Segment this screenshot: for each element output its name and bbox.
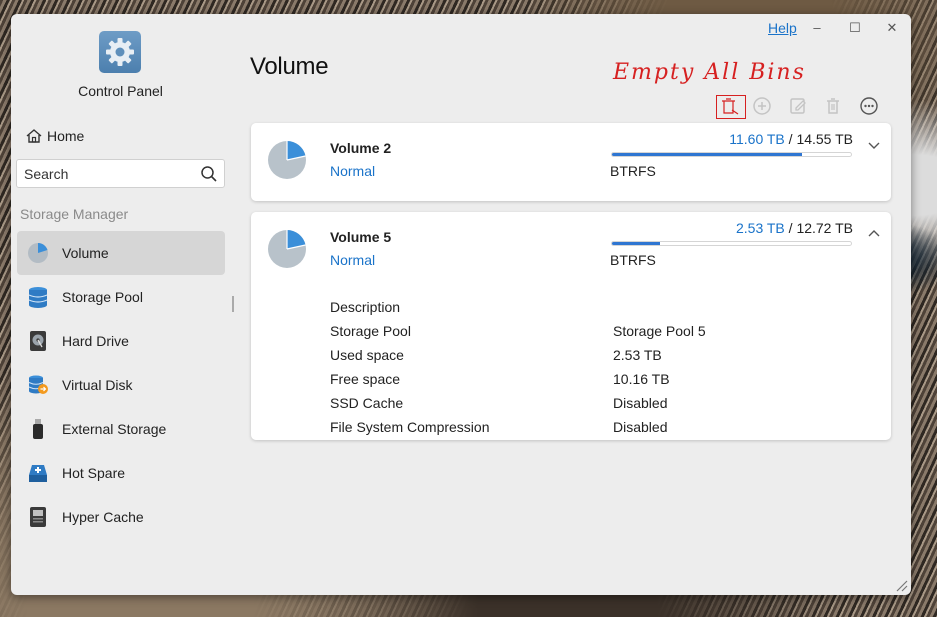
- sidebar-item-label: Hard Drive: [62, 333, 129, 349]
- total-capacity: 12.72 TB: [796, 220, 853, 236]
- detail-value: 2.53 TB: [613, 347, 662, 363]
- volume-name: Volume 5: [330, 229, 392, 245]
- delete-trash-icon[interactable]: [823, 96, 843, 116]
- detail-row: Used space 2.53 TB: [330, 343, 870, 367]
- volume-status: Normal: [330, 252, 376, 268]
- maximize-button[interactable]: ☐: [845, 19, 865, 37]
- detail-row: Storage Pool Storage Pool 5: [330, 319, 870, 343]
- sidebar-item-external-storage[interactable]: External Storage: [17, 407, 225, 451]
- search-input[interactable]: [24, 165, 194, 183]
- help-link[interactable]: Help: [768, 20, 797, 36]
- home-link[interactable]: Home: [25, 127, 84, 145]
- detail-label: SSD Cache: [330, 395, 404, 411]
- volume-card[interactable]: Volume 2 Normal BTRFS 11.60 TB / 14.55 T…: [251, 123, 891, 201]
- sidebar-item-label: Hot Spare: [62, 465, 126, 481]
- usage-bar: [611, 241, 852, 246]
- sidebar-item-hot-spare[interactable]: Hot Spare: [17, 451, 225, 495]
- home-label: Home: [47, 128, 85, 144]
- minimize-button[interactable]: –: [807, 19, 827, 37]
- close-button[interactable]: ✕: [882, 19, 902, 37]
- volume-usage: 11.60 TB / 14.55 TB: [729, 131, 853, 147]
- detail-value: 10.16 TB: [613, 371, 670, 387]
- search-icon[interactable]: [200, 165, 218, 183]
- app-title: Control Panel: [78, 83, 163, 99]
- window-resize-grip[interactable]: [894, 578, 908, 592]
- detail-label: File System Compression: [330, 419, 490, 435]
- page-title: Volume: [250, 53, 329, 80]
- sidebar-item-hard-drive[interactable]: Hard Drive: [17, 319, 225, 363]
- volume-pie-icon: [268, 141, 306, 179]
- sidebar-item-label: External Storage: [62, 421, 167, 437]
- storage-manager-section-label: Storage Manager: [20, 206, 129, 222]
- detail-value: Disabled: [613, 419, 668, 435]
- usage-bar-fill: [612, 242, 660, 245]
- volume-pie-icon: [268, 230, 306, 268]
- detail-value: Storage Pool 5: [613, 323, 706, 339]
- virtual-disk-icon: [27, 374, 49, 396]
- sidebar-item-hyper-cache[interactable]: Hyper Cache: [17, 495, 225, 539]
- volume-card[interactable]: Volume 5 Normal BTRFS 2.53 TB / 12.72 TB…: [251, 212, 891, 440]
- detail-row: File System Compression Disabled: [330, 415, 870, 439]
- hyper-cache-icon: [27, 506, 49, 528]
- handwritten-annotation: Empty All Bins: [613, 60, 806, 85]
- volume-pie-icon: [27, 242, 49, 264]
- detail-label: Storage Pool: [330, 323, 411, 339]
- volume-status: Normal: [330, 163, 376, 179]
- sidebar-item-virtual-disk[interactable]: Virtual Disk: [17, 363, 225, 407]
- detail-label: Free space: [330, 371, 401, 387]
- add-circle-icon[interactable]: [752, 96, 772, 116]
- sidebar-item-label: Hyper Cache: [62, 509, 144, 525]
- volume-name: Volume 2: [330, 140, 392, 156]
- volume-details: Description Storage Pool Storage Pool 5 …: [330, 295, 870, 439]
- volume-usage: 2.53 TB / 12.72 TB: [736, 220, 853, 236]
- sidebar-resize-handle[interactable]: [232, 296, 234, 312]
- chevron-up-icon[interactable]: [867, 227, 881, 241]
- detail-value: Disabled: [613, 395, 668, 411]
- detail-row: Free space 10.16 TB: [330, 367, 870, 391]
- used-capacity: 11.60 TB: [729, 131, 785, 147]
- edit-icon[interactable]: [788, 96, 808, 116]
- usage-separator: /: [788, 131, 793, 147]
- usage-separator: /: [788, 220, 793, 236]
- sidebar-item-label: Virtual Disk: [62, 377, 133, 393]
- more-options-icon[interactable]: [859, 96, 879, 116]
- detail-label: Used space: [330, 347, 404, 363]
- hot-spare-icon: [27, 462, 49, 484]
- storage-pool-icon: [27, 286, 49, 308]
- chevron-down-icon[interactable]: [867, 138, 881, 152]
- detail-label: Description: [330, 299, 401, 315]
- detail-row: Description: [330, 295, 870, 319]
- hard-drive-icon: [27, 330, 49, 352]
- sidebar-item-label: Volume: [62, 245, 109, 261]
- used-capacity: 2.53 TB: [735, 220, 785, 236]
- detail-row: SSD Cache Disabled: [330, 391, 870, 415]
- usb-drive-icon: [27, 418, 49, 440]
- control-panel-gear-icon: [99, 31, 141, 73]
- search-field[interactable]: [16, 159, 225, 188]
- sidebar-item-volume[interactable]: Volume: [17, 231, 225, 275]
- control-panel-window: Help – ☐ ✕ Control Panel Home Search Sto…: [11, 14, 911, 595]
- empty-bin-icon: [722, 98, 739, 115]
- volume-filesystem: BTRFS: [610, 163, 656, 179]
- home-icon: [26, 129, 42, 143]
- usage-bar-fill: [612, 153, 803, 156]
- sidebar-item-label: Storage Pool: [62, 289, 143, 305]
- empty-bins-button[interactable]: [716, 95, 746, 119]
- volume-filesystem: BTRFS: [610, 252, 656, 268]
- sidebar-item-storage-pool[interactable]: Storage Pool: [17, 275, 225, 319]
- total-capacity: 14.55 TB: [796, 131, 853, 147]
- usage-bar: [611, 152, 852, 157]
